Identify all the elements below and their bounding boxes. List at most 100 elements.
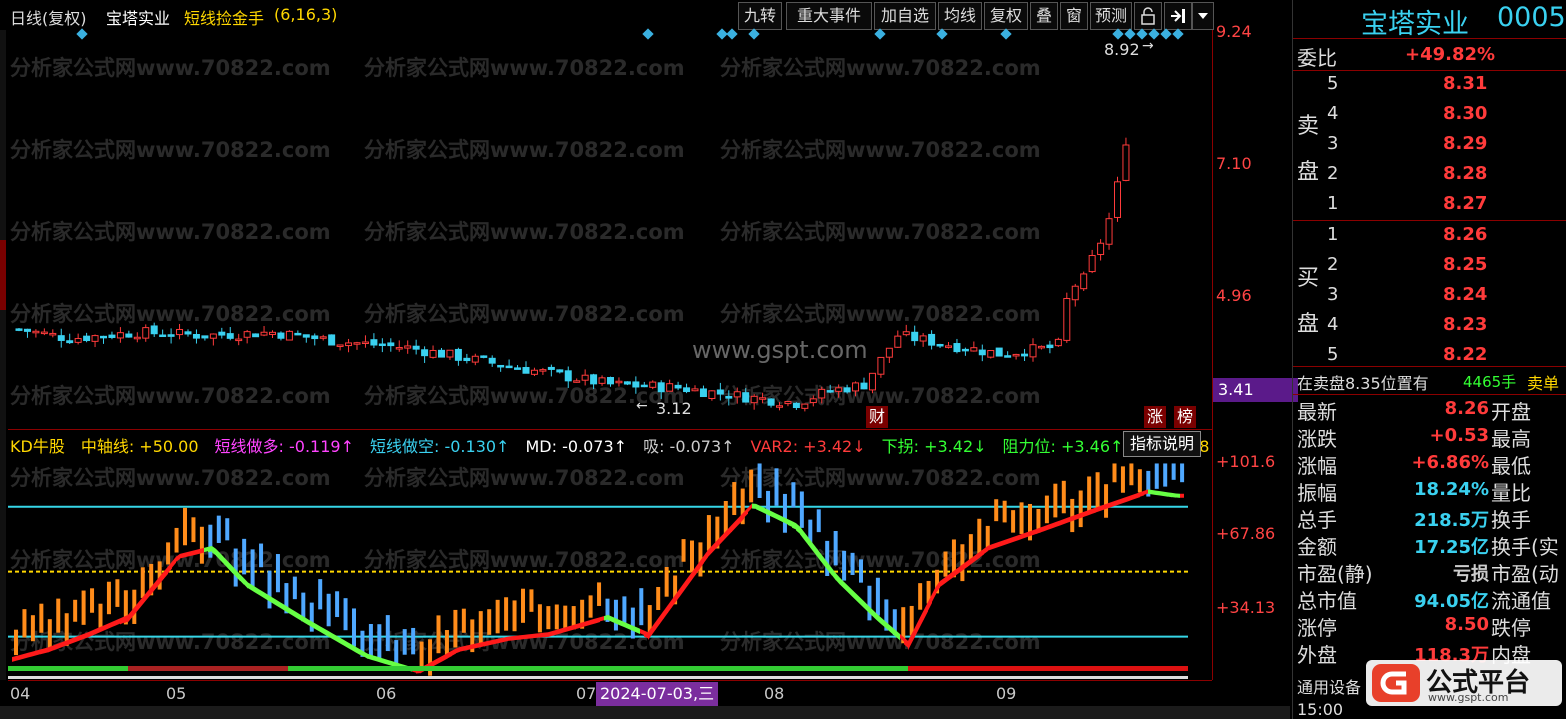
k-bar (799, 491, 804, 528)
k-bar (1154, 463, 1159, 489)
stat-label: 总手 (1297, 508, 1337, 532)
candle-body (40, 331, 48, 335)
k-bar (850, 552, 855, 575)
k-bar (791, 482, 796, 508)
trend-ribbon-segment (1040, 526, 1044, 533)
candle-body (370, 339, 378, 346)
panel-stock-name: 宝塔实业 (1361, 9, 1469, 40)
candle-body (911, 331, 919, 342)
candle-body (699, 388, 707, 398)
k-bar (546, 606, 551, 630)
window-button[interactable]: 窗 (1060, 2, 1088, 30)
trend-ribbon-segment (460, 646, 464, 652)
candlestick-chart[interactable] (8, 28, 1214, 428)
sell-order-price[interactable]: 8.27 (1443, 193, 1487, 214)
overlay-button[interactable]: 叠 (1030, 2, 1058, 30)
price-axis-low: 4.96 (1216, 286, 1252, 305)
dropdown-chevron-icon[interactable] (1192, 2, 1214, 30)
candle-body (150, 325, 158, 335)
k-bar (90, 588, 95, 613)
candle-body (260, 331, 268, 336)
k-bar (1137, 469, 1142, 493)
indicator-chart[interactable] (8, 430, 1214, 682)
candle-body (311, 335, 319, 340)
bottom-tabs-strip[interactable] (0, 706, 1290, 719)
trend-ribbon-segment (532, 633, 536, 639)
trend-ribbon-segment (732, 520, 736, 532)
forecast-button[interactable]: 预测 (1090, 2, 1132, 30)
trend-ribbon-segment (216, 548, 220, 560)
candle-body (83, 335, 91, 342)
buy-order-level: 4 (1327, 314, 1339, 335)
k-bar (1129, 463, 1134, 486)
trend-ribbon-segment (904, 637, 908, 648)
sell-order-price[interactable]: 8.31 (1443, 73, 1487, 94)
k-bar (394, 640, 399, 664)
stat-label: 最新 (1297, 400, 1337, 424)
candle-body (116, 332, 124, 339)
legend-item: MD: -0.073↑ (525, 437, 628, 456)
trend-ribbon-segment (344, 640, 348, 648)
k-bar (563, 605, 568, 630)
trend-ribbon-segment (456, 646, 460, 654)
k-bar (656, 586, 661, 611)
trend-ribbon-segment (1056, 520, 1060, 527)
indicator-name-label[interactable]: 短线捡金手 (184, 5, 264, 29)
industry-tab[interactable]: 通用设备 (1297, 674, 1361, 698)
trend-ribbon-segment (1052, 521, 1056, 529)
buy-order-level: 1 (1327, 224, 1339, 245)
sell-side-label-1: 卖 (1297, 114, 1320, 139)
buy-order-price[interactable]: 8.24 (1443, 284, 1487, 305)
trend-ribbon-segment (56, 642, 60, 650)
sell-order-price[interactable]: 8.29 (1443, 133, 1487, 154)
jiuzhuan-button[interactable]: 九转 (738, 2, 782, 30)
sell-order-level: 4 (1327, 103, 1339, 124)
k-bar (1180, 463, 1185, 483)
k-bar (994, 499, 999, 522)
candle-body (438, 349, 445, 358)
buy-order-price[interactable]: 8.22 (1443, 344, 1487, 365)
top-list-badge[interactable]: 榜 (1174, 406, 1196, 428)
k-bar (842, 550, 847, 581)
trend-ribbon-segment (136, 600, 140, 613)
trend-ribbon-segment (1160, 491, 1164, 497)
k-bar (47, 619, 52, 650)
lock-icon[interactable] (1134, 2, 1162, 30)
limit-up-badge[interactable]: 涨 (1144, 406, 1166, 428)
candle-body (860, 382, 868, 390)
k-bar (233, 548, 238, 587)
candle-body (750, 395, 758, 404)
add-watchlist-button[interactable]: 加自选 (874, 2, 936, 30)
trend-ribbon-segment (712, 541, 716, 553)
collapse-panel-icon[interactable] (1164, 2, 1192, 30)
candle-body (564, 370, 572, 382)
candle-body (1021, 353, 1029, 357)
buy-order-price[interactable]: 8.23 (1443, 314, 1487, 335)
candle-body (1114, 181, 1121, 218)
trend-ribbon-segment (72, 636, 76, 644)
indicator-explain-button[interactable]: 指标说明 (1123, 431, 1201, 457)
trend-ribbon-segment (688, 571, 692, 586)
sell-order-price[interactable]: 8.28 (1443, 163, 1487, 184)
restore-rights-button[interactable]: 复权 (984, 2, 1028, 30)
k-bar (326, 593, 331, 627)
trend-ribbon-segment (500, 637, 504, 643)
trend-ribbon-segment (108, 621, 112, 629)
major-events-button[interactable]: 重大事件 (786, 2, 872, 30)
trend-ribbon-segment (348, 642, 352, 651)
finance-event-badge[interactable]: 财 (866, 406, 888, 428)
candle-body (733, 391, 741, 398)
trend-ribbon-segment (584, 620, 588, 627)
ma-button[interactable]: 均线 (938, 2, 982, 30)
period-label[interactable]: 日线(复权) (10, 5, 87, 29)
buy-order-price[interactable]: 8.25 (1443, 254, 1487, 275)
candle-body (657, 382, 665, 393)
k-bar (14, 629, 18, 656)
candle-body (877, 356, 885, 375)
sell-order-price[interactable]: 8.30 (1443, 103, 1487, 124)
buy-order-price[interactable]: 8.26 (1443, 224, 1487, 245)
trend-ribbon-segment (556, 628, 560, 635)
signal-diamond-icon (726, 28, 738, 40)
candle-body (446, 349, 454, 358)
candle-body (269, 331, 276, 335)
